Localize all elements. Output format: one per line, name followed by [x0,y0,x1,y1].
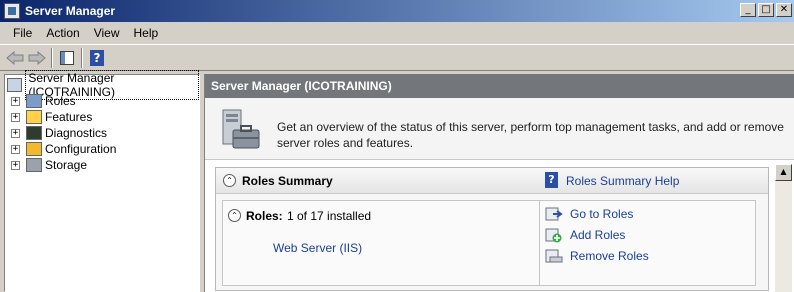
vertical-scrollbar[interactable]: ▲ [775,164,792,292]
back-button[interactable] [4,47,26,69]
scroll-up-button[interactable]: ▲ [775,164,792,181]
window-title: Server Manager [25,4,116,18]
tree-item-label: Storage [45,158,88,172]
add-roles-action[interactable]: Add Roles [545,226,625,244]
storage-icon [26,158,42,172]
go-to-roles-action[interactable]: Go to Roles [545,205,633,223]
server-toolbox-icon [222,109,260,149]
tree-item-configuration[interactable]: + Configuration [11,141,116,157]
tree-item-label: Roles [45,94,76,108]
roles-summary-panel: ⌃ Roles Summary ? Roles Summary Help ⌃ R… [215,167,769,291]
title-bar: Server Manager _ □ ✕ [0,0,794,22]
tree-item-label: Configuration [45,142,117,156]
expand-configuration-button[interactable]: + [11,144,20,154]
tree-item-diagnostics[interactable]: + Diagnostics [11,125,107,141]
menu-action[interactable]: Action [39,24,86,42]
remove-roles-link[interactable]: Remove Roles [570,249,649,263]
help-icon: ? [90,49,104,66]
collapse-roles-summary-button[interactable]: ⌃ [223,174,236,187]
tree-item-roles[interactable]: + Roles [11,93,76,109]
collapse-roles-button[interactable]: ⌃ [228,209,241,222]
help-button[interactable]: ? [86,47,108,69]
forward-button[interactable] [26,47,48,69]
details-header: Server Manager (ICOTRAINING) [205,74,794,98]
details-pane: Server Manager (ICOTRAINING) Get an over… [204,74,794,292]
roles-label: Roles: [246,209,283,223]
show-hide-console-tree-icon [60,50,74,65]
roles-summary-header: ⌃ Roles Summary ? Roles Summary Help [216,168,768,194]
help-icon: ? [545,172,558,188]
tree-root-server-manager[interactable]: Server Manager (ICOTRAINING) [7,70,199,100]
roles-installed-count: 1 of 17 installed [287,209,372,223]
console-tree[interactable]: Server Manager (ICOTRAINING) + Roles + F… [4,70,200,292]
forward-arrow-icon [28,50,46,65]
expand-roles-button[interactable]: + [11,96,20,106]
back-arrow-icon [6,50,24,65]
tree-item-storage[interactable]: + Storage [11,157,87,173]
overview-banner: Get an overview of the status of this se… [205,98,794,160]
menu-bar: File Action View Help [0,22,794,44]
expand-storage-button[interactable]: + [11,160,20,170]
menu-help[interactable]: Help [127,24,166,42]
remove-roles-icon [545,249,563,263]
go-to-roles-icon [545,207,563,221]
window-controls: _ □ ✕ [740,3,792,17]
add-roles-link[interactable]: Add Roles [570,228,625,242]
expand-features-button[interactable]: + [11,112,20,122]
show-hide-console-tree-button[interactable] [56,47,78,69]
minimize-button[interactable]: _ [740,3,756,17]
close-button[interactable]: ✕ [776,3,792,17]
toolbar-separator [81,47,83,68]
roles-section: ⌃ Roles: 1 of 17 installed Web Server (I… [222,200,756,286]
add-roles-icon [545,228,562,243]
remove-roles-action[interactable]: Remove Roles [545,247,649,265]
roles-summary-help-link[interactable]: Roles Summary Help [566,174,679,188]
menu-view[interactable]: View [87,24,127,42]
roles-icon [26,94,42,108]
server-manager-icon [7,78,23,92]
roles-summary-title: Roles Summary [242,174,333,188]
expand-diagnostics-button[interactable]: + [11,128,20,138]
menu-file[interactable]: File [6,24,39,42]
actions-divider [539,201,540,285]
role-web-server-iis-link[interactable]: Web Server (IIS) [273,241,362,255]
go-to-roles-link[interactable]: Go to Roles [570,207,633,221]
features-icon [26,110,42,124]
tree-item-label: Features [45,110,93,124]
content-area: ⌃ Roles Summary ? Roles Summary Help ⌃ R… [205,161,794,292]
tree-item-label: Diagnostics [45,126,108,140]
configuration-icon [26,142,42,156]
diagnostics-icon [26,126,42,140]
toolbar: ? [0,44,794,71]
tree-item-features[interactable]: + Features [11,109,92,125]
maximize-button[interactable]: □ [758,3,774,17]
overview-description: Get an overview of the status of this se… [277,120,784,150]
server-manager-app-icon [4,3,20,19]
toolbar-separator [51,47,53,68]
